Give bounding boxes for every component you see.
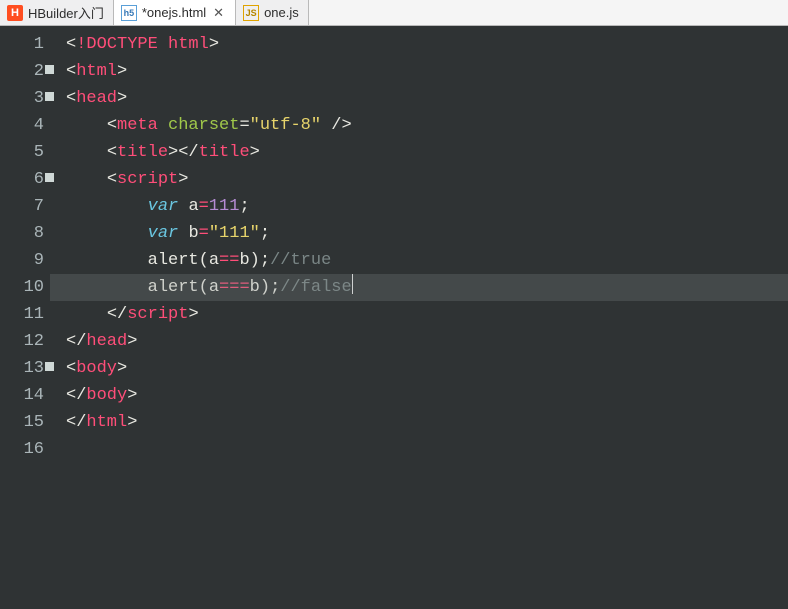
- code-line: </html>: [66, 409, 788, 436]
- line-number: 12: [0, 328, 44, 355]
- tab-hbuilder-intro[interactable]: H HBuilder入门: [0, 0, 114, 25]
- code-line: <html>: [66, 58, 788, 85]
- line-number: 11: [0, 301, 44, 328]
- line-number: 16: [0, 436, 44, 463]
- code-editor[interactable]: 1 2 3 4 5 6 7 8 9 10 11 12 13 14 15 16 <…: [0, 26, 788, 609]
- tab-bar: H HBuilder入门 h5 *onejs.html ✕ JS one.js: [0, 0, 788, 26]
- code-line: <meta charset="utf-8" />: [66, 112, 788, 139]
- line-number: 8: [0, 220, 44, 247]
- tab-onejs-html[interactable]: h5 *onejs.html ✕: [114, 0, 236, 25]
- code-line: <body>: [66, 355, 788, 382]
- html-file-icon: h5: [121, 5, 137, 21]
- code-line: var a=111;: [66, 193, 788, 220]
- code-line: <head>: [66, 85, 788, 112]
- line-number: 2: [0, 58, 44, 85]
- tab-one-js[interactable]: JS one.js: [236, 0, 309, 25]
- line-number: 1: [0, 31, 44, 58]
- code-line: </body>: [66, 382, 788, 409]
- line-number: 6: [0, 166, 44, 193]
- code-line: alert(a==b);//true: [66, 247, 788, 274]
- hbuilder-icon: H: [7, 5, 23, 21]
- line-number: 10: [0, 274, 44, 301]
- line-number: 7: [0, 193, 44, 220]
- code-line: </script>: [66, 301, 788, 328]
- code-line: [66, 436, 788, 463]
- line-number: 13: [0, 355, 44, 382]
- code-line: <script>: [66, 166, 788, 193]
- code-line: </head>: [66, 328, 788, 355]
- code-line: <!DOCTYPE html>: [66, 31, 788, 58]
- line-number: 14: [0, 382, 44, 409]
- js-file-icon: JS: [243, 5, 259, 21]
- close-icon[interactable]: ✕: [211, 5, 226, 21]
- line-number: 15: [0, 409, 44, 436]
- line-number: 9: [0, 247, 44, 274]
- line-number: 5: [0, 139, 44, 166]
- tab-label: *onejs.html: [142, 5, 206, 20]
- line-number-gutter: 1 2 3 4 5 6 7 8 9 10 11 12 13 14 15 16: [0, 26, 50, 609]
- code-area[interactable]: <!DOCTYPE html> <html> <head> <meta char…: [50, 26, 788, 609]
- tab-label: one.js: [264, 5, 299, 20]
- line-number: 4: [0, 112, 44, 139]
- code-line: var b="111";: [66, 220, 788, 247]
- tab-label: HBuilder入门: [28, 3, 104, 22]
- code-line: <title></title>: [66, 139, 788, 166]
- line-number: 3: [0, 85, 44, 112]
- current-line-highlight: [50, 274, 788, 301]
